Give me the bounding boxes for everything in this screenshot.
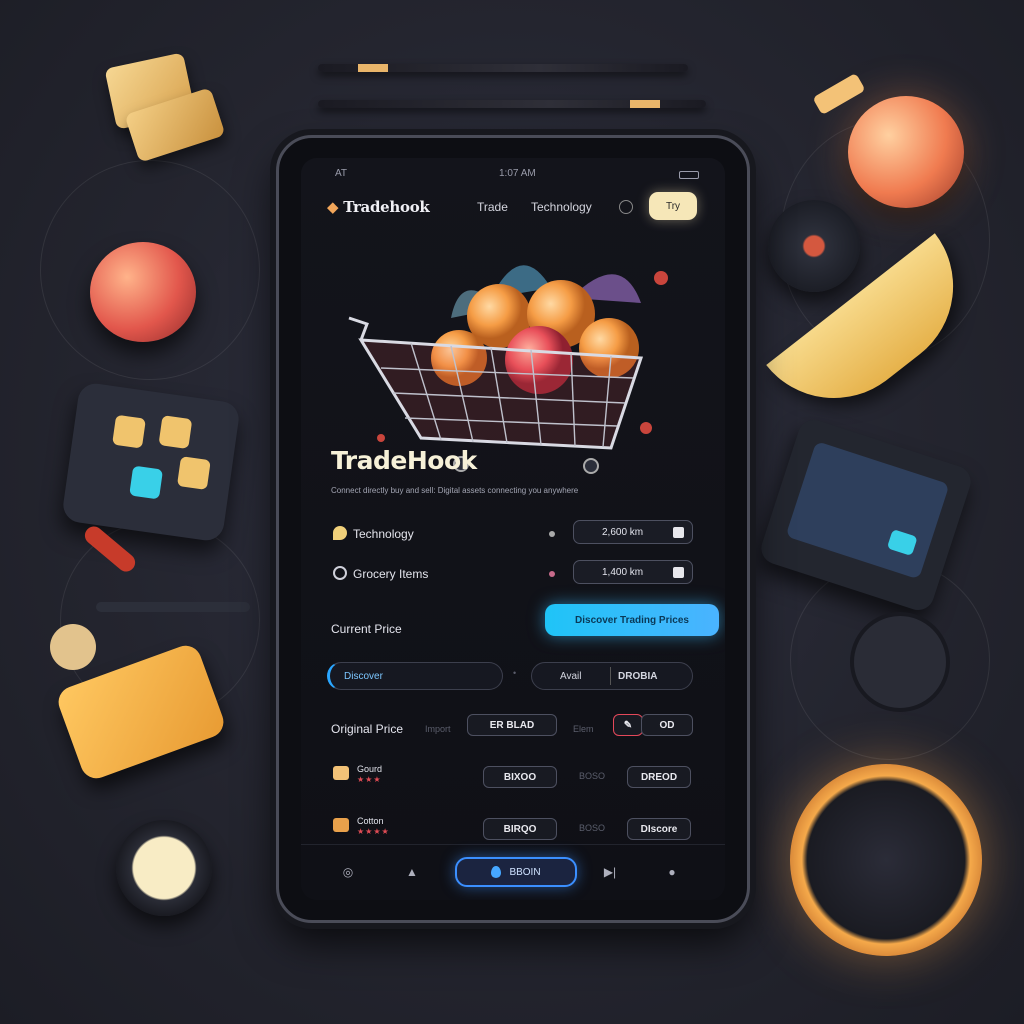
apple-icon — [90, 242, 196, 342]
market-value-pill[interactable]: 1,400 km — [573, 560, 693, 584]
market-value: 2,600 km — [602, 526, 644, 538]
try-button[interactable]: Try — [649, 192, 697, 220]
bullet-icon — [549, 531, 555, 537]
brand-name: Tradehook — [343, 198, 430, 216]
price-split-field[interactable]: Avail DROBIA — [531, 662, 693, 690]
market-row-label: Technology — [353, 527, 414, 541]
nav-link-technology[interactable]: Technology — [531, 200, 592, 214]
nav-link-trade[interactable]: Trade — [477, 200, 508, 214]
list-item-name: Cotton — [357, 816, 384, 826]
berry-icon — [377, 434, 385, 442]
search-field[interactable]: Discover — [327, 662, 503, 690]
lemon-icon — [333, 526, 347, 540]
spiral-icon — [333, 566, 347, 580]
jar-lid-icon — [116, 820, 212, 916]
droplet-icon — [491, 866, 502, 878]
list-item-tag[interactable]: DIscore — [627, 818, 691, 840]
dial-icon — [768, 200, 860, 292]
bullet-icon: • — [513, 668, 517, 678]
keypad-device-icon — [61, 381, 241, 543]
bag-icon — [333, 766, 349, 780]
split-right-value: DROBIA — [618, 671, 658, 682]
bowl-of-beans-icon — [790, 764, 982, 956]
settings-icon[interactable] — [619, 200, 633, 214]
list-item-tag[interactable]: DREOD — [627, 766, 691, 788]
cart-wheel-icon — [583, 458, 599, 474]
target-icon[interactable]: ◎ — [341, 865, 355, 879]
status-bar: AT 1:07 AM — [301, 168, 725, 182]
list-item-unit: BOSO — [579, 823, 606, 833]
carrier-label: AT — [335, 168, 348, 179]
divider — [610, 667, 611, 685]
cart-handle-icon — [348, 316, 369, 341]
hero-description: Connect directly buy and sell: Digital a… — [331, 486, 579, 495]
rating-stars: ★★★ — [357, 775, 382, 784]
current-price-label: Current Price — [331, 622, 402, 636]
profile-icon[interactable]: ● — [665, 865, 679, 879]
hero-title: TradeHook — [331, 446, 477, 475]
bullet-icon — [549, 571, 555, 577]
list-item-unit: BOSO — [579, 771, 606, 781]
stick-icon — [96, 602, 250, 612]
primary-action-label: BBOIN — [509, 866, 541, 878]
market-value: 1,400 km — [602, 566, 644, 578]
market-row-label: Grocery Items — [353, 567, 429, 581]
list-item[interactable]: Cotton ★★★★ BIRQO BOSO DIscore — [301, 812, 725, 846]
toggle-chip-icon — [812, 72, 866, 116]
original-price-label: Original Price — [331, 722, 404, 736]
battery-icon — [679, 171, 699, 179]
pencil-top — [318, 64, 688, 72]
checkbox-icon[interactable] — [673, 567, 684, 578]
top-nav: ◆ Tradehook Trade Technology Try — [301, 190, 725, 226]
market-row[interactable]: Grocery Items 1,400 km — [301, 560, 725, 588]
original-price-tag[interactable]: ER BLAD — [467, 714, 557, 736]
clock-icon — [50, 624, 96, 670]
shopping-cart-illustration — [348, 265, 668, 474]
original-price-unit: Elem — [573, 724, 594, 734]
original-price-tag[interactable]: OD — [641, 714, 693, 736]
up-arrow-icon[interactable]: ▲ — [405, 865, 419, 879]
frying-pan-icon — [850, 612, 950, 712]
original-price-hint: Import — [425, 724, 451, 734]
discover-prices-button[interactable]: Discover Trading Prices — [545, 604, 719, 636]
app-screen: AT 1:07 AM ◆ Tradehook Trade Technology … — [301, 158, 725, 900]
tablet-device: AT 1:07 AM ◆ Tradehook Trade Technology … — [276, 135, 750, 923]
list-item-tag[interactable]: BIXOO — [483, 766, 557, 788]
status-time: 1:07 AM — [499, 168, 536, 179]
orange-icon — [848, 96, 964, 208]
pencil-second — [318, 100, 706, 108]
list-item-name: Gourd — [357, 764, 383, 774]
split-left-value: Avail — [560, 671, 582, 682]
play-next-icon[interactable]: ▶| — [603, 865, 617, 879]
basket-icon — [333, 818, 349, 832]
list-item[interactable]: Gourd ★★★ BIXOO BOSO DREOD — [301, 760, 725, 794]
brand-mark-icon: ◆ — [327, 198, 339, 216]
market-value-pill[interactable]: 2,600 km — [573, 520, 693, 544]
checkbox-icon[interactable] — [673, 527, 684, 538]
brand-logo[interactable]: ◆ Tradehook — [327, 198, 430, 216]
bottom-nav: ◎ ▲ BBOIN ▶| ● — [301, 844, 725, 900]
edit-icon[interactable]: ✎ — [613, 714, 643, 736]
list-item-tag[interactable]: BIRQO — [483, 818, 557, 840]
market-row[interactable]: Technology 2,600 km — [301, 520, 725, 548]
primary-action-button[interactable]: BBOIN — [455, 857, 577, 887]
rating-stars: ★★★★ — [357, 827, 390, 836]
berry-icon — [654, 271, 668, 285]
berry-icon — [640, 422, 652, 434]
